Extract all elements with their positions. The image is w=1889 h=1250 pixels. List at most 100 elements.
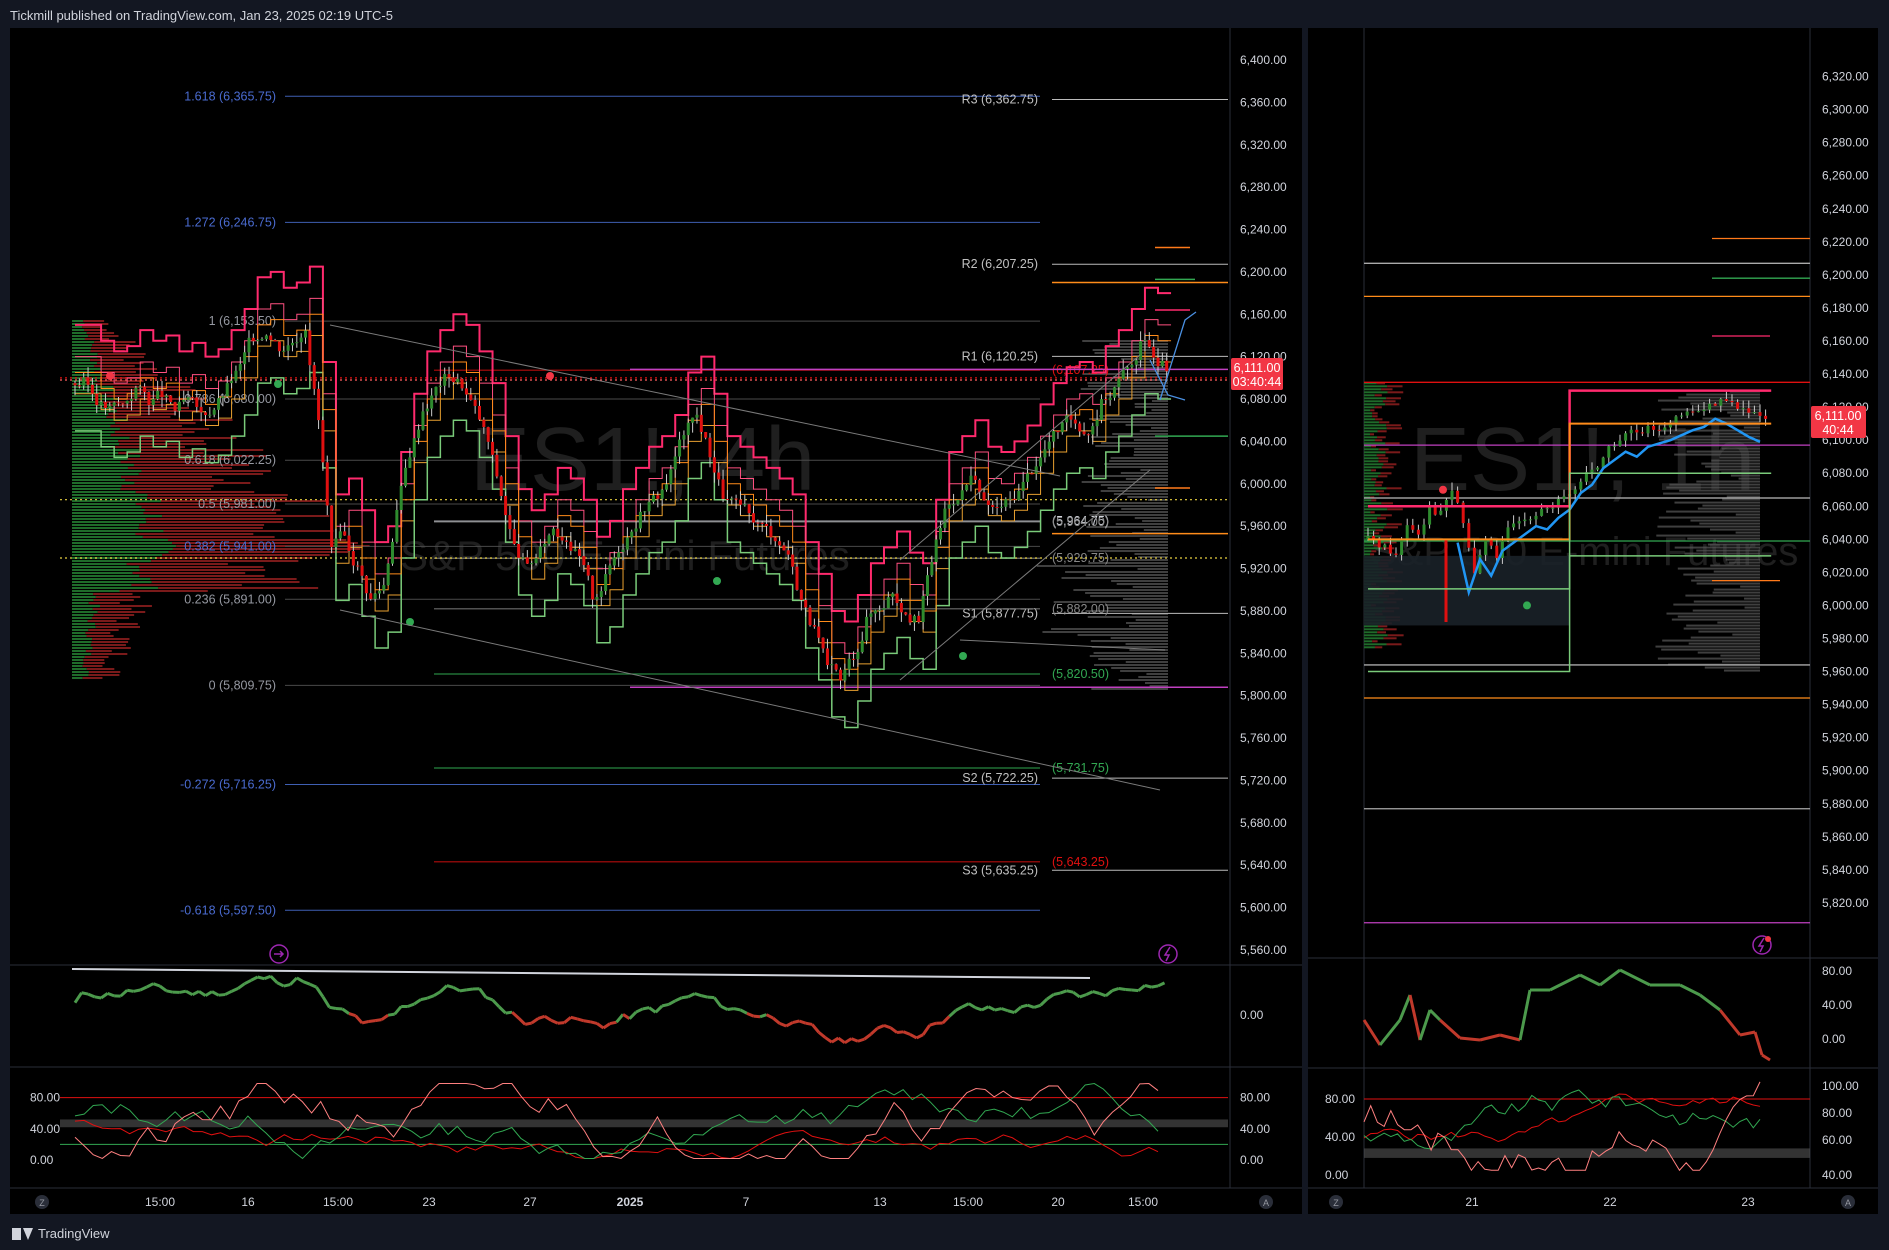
right-profile-green: [1364, 466, 1382, 469]
profile-bar-green: [72, 518, 146, 520]
profile-bar-red: [134, 482, 251, 484]
right-profile-red: [1374, 394, 1382, 397]
right-candle: [1696, 411, 1700, 413]
right-profile-bar: [1151, 427, 1168, 429]
right-profile-red: [1383, 463, 1397, 466]
candle: [1126, 367, 1130, 370]
right-profile-bar: [1106, 607, 1168, 609]
candle: [382, 585, 386, 591]
candle: [573, 549, 577, 551]
profile-bar-red: [119, 428, 209, 430]
right-profile-grey: [1671, 618, 1760, 621]
candle: [125, 400, 129, 404]
right-profile-red: [1379, 493, 1390, 496]
right-profile-bar: [1089, 655, 1168, 657]
svg-text:Z: Z: [1333, 1198, 1339, 1208]
candle: [812, 625, 816, 627]
candle: [543, 543, 547, 547]
right-profile-grey: [1730, 414, 1760, 417]
rsi-segment: [700, 994, 709, 999]
right-profile-green: [1364, 463, 1384, 466]
profile-bar-green: [72, 488, 121, 490]
right-profile-red: [1372, 415, 1378, 418]
rsi-segment: [166, 989, 174, 994]
candle: [190, 397, 194, 399]
left-price-label: 6,080.00: [1240, 392, 1287, 406]
rsi-segment: [792, 1019, 800, 1025]
profile-bar-green: [72, 434, 111, 436]
right-profile-grey: [1704, 666, 1760, 669]
candle: [195, 397, 199, 407]
right-a-button[interactable]: A: [1841, 1195, 1855, 1209]
rsi-segment: [1092, 990, 1100, 995]
right-profile-bar: [1093, 652, 1168, 654]
candle: [795, 566, 799, 590]
profile-bar-green: [72, 527, 139, 529]
candle: [808, 607, 812, 626]
left-a-button[interactable]: A: [1259, 1195, 1273, 1209]
candle: [512, 529, 516, 544]
candle: [891, 593, 895, 598]
candle: [912, 615, 916, 623]
tradingview-logo[interactable]: TradingView: [12, 1226, 110, 1241]
right-profile-green: [1364, 640, 1373, 643]
rsi-segment: [1000, 1007, 1009, 1013]
profile-bar-green: [72, 551, 169, 553]
profile-bar-red: [143, 512, 277, 514]
left-z-button[interactable]: Z: [35, 1195, 49, 1209]
candle: [221, 396, 225, 399]
right-profile-red: [1375, 481, 1384, 484]
left-chart-panel[interactable]: [10, 28, 1302, 1214]
right-stoch-left-label: 0.00: [1325, 1168, 1349, 1182]
candle: [556, 528, 560, 537]
fib-label: -0.618 (5,597.50): [180, 903, 276, 917]
candle: [669, 469, 673, 485]
profile-bar-red: [114, 431, 195, 433]
right-profile-grey: [1690, 519, 1760, 522]
profile-bar-red: [129, 437, 237, 439]
candle: [821, 637, 825, 649]
right-profile-green: [1364, 454, 1377, 457]
right-candle: [1517, 521, 1521, 524]
profile-bar-red: [150, 578, 297, 580]
chart-canvas[interactable]: ES1!, 4h S&P 500 E-mini Futures ES1!, 1h…: [0, 0, 1889, 1250]
candle: [169, 395, 173, 403]
candle: [1152, 346, 1156, 358]
right-z-button[interactable]: Z: [1329, 1195, 1343, 1209]
profile-bar-green: [72, 347, 92, 349]
right-rsi-label: 0.00: [1822, 1032, 1846, 1046]
left-price-label: 6,000.00: [1240, 477, 1287, 491]
right-profile-bar: [1087, 385, 1168, 387]
right-profile-bar: [1097, 502, 1168, 504]
candle: [682, 435, 686, 440]
candle: [1026, 473, 1030, 482]
profile-bar-green: [72, 593, 94, 595]
candle: [460, 378, 464, 389]
rsi-segment: [994, 1007, 1002, 1012]
right-profile-grey: [1674, 453, 1760, 456]
candle: [130, 398, 134, 401]
profile-bar-green: [72, 653, 92, 655]
profile-bar-red: [88, 335, 119, 337]
right-profile-grey: [1698, 630, 1760, 633]
profile-bar-green: [72, 506, 142, 508]
rsi-segment: [753, 1014, 761, 1019]
right-candle: [1680, 415, 1684, 417]
candle: [138, 386, 142, 388]
candle: [665, 484, 669, 490]
right-profile-grey: [1725, 558, 1760, 561]
right-stoch-left-label: 80.00: [1325, 1092, 1355, 1106]
profile-bar-red: [90, 644, 126, 646]
right-profile-red: [1378, 460, 1389, 463]
right-candle: [1540, 508, 1544, 516]
profile-bar-green: [72, 332, 87, 334]
rsi-segment: [929, 1021, 937, 1027]
right-profile-green: [1364, 451, 1386, 454]
profile-bar-green: [72, 374, 103, 376]
profile-bar-green: [72, 554, 163, 556]
profile-bar-green: [72, 365, 94, 367]
right-profile-green: [1364, 631, 1378, 634]
right-candle: [1590, 469, 1594, 473]
rsi-segment: [661, 1002, 670, 1008]
right-candle: [1736, 402, 1740, 409]
